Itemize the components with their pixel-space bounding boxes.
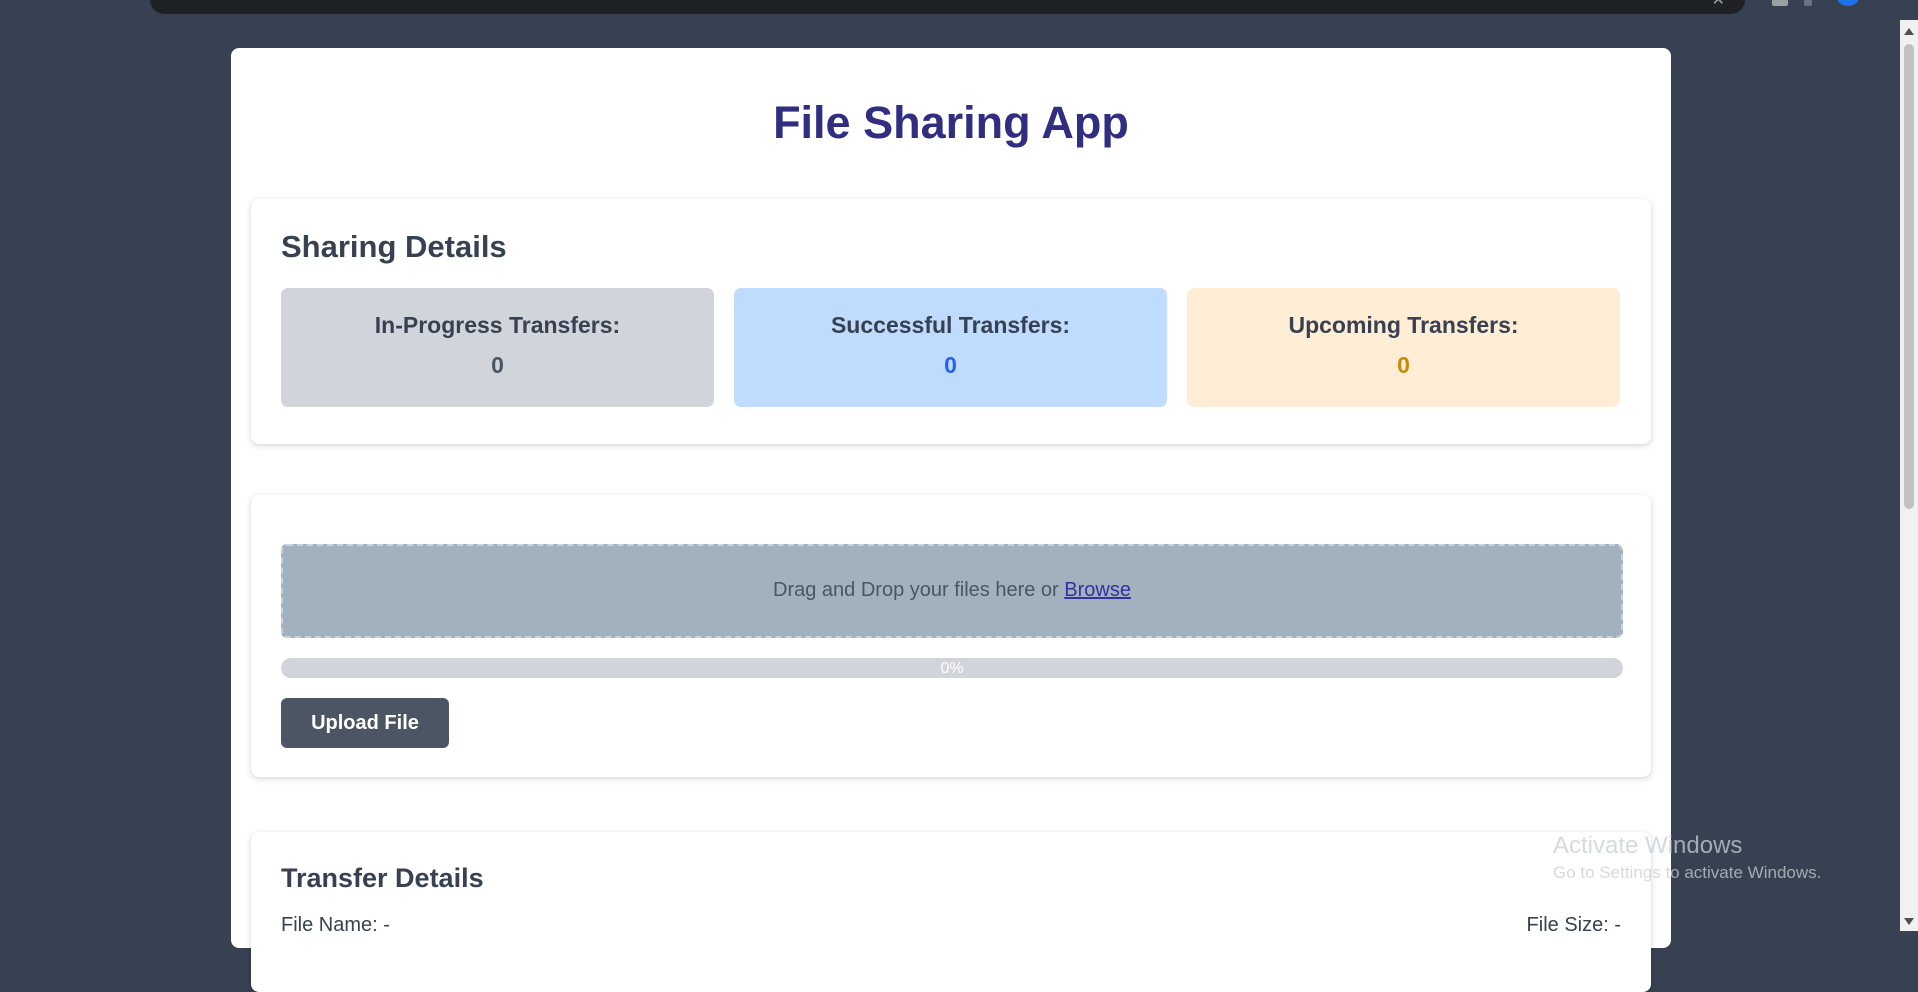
- extension-pin-icon[interactable]: [1804, 0, 1812, 6]
- transfer-details-heading: Transfer Details: [281, 863, 484, 893]
- windows-activation-watermark: Activate Windows Go to Settings to activ…: [1553, 831, 1821, 885]
- file-size-label: File Size: -: [1526, 914, 1621, 936]
- address-bar[interactable]: ✕: [150, 0, 1745, 14]
- successful-transfers-label: Successful Transfers:: [830, 312, 1071, 338]
- in-progress-transfers-count: 0: [491, 352, 504, 378]
- sharing-details-heading: Sharing Details: [281, 229, 507, 264]
- sharing-details-section: Sharing Details In-Progress Transfers: 0…: [251, 199, 1651, 444]
- successful-transfers-card: Successful Transfers: 0: [734, 288, 1167, 407]
- upload-progress-text: 0%: [940, 660, 964, 677]
- page-scrollbar[interactable]: [1900, 20, 1918, 931]
- scroll-down-icon[interactable]: [1904, 918, 1914, 925]
- profile-avatar[interactable]: [1837, 0, 1859, 6]
- app-title: File Sharing App: [773, 97, 1129, 148]
- clear-icon[interactable]: ✕: [1712, 0, 1725, 10]
- dropzone-text: Drag and Drop your files here or: [773, 579, 1059, 601]
- upcoming-transfers-count: 0: [1397, 352, 1410, 378]
- app-header: File Sharing App: [231, 96, 1671, 150]
- file-dropzone[interactable]: Drag and Drop your files here or Browse: [281, 544, 1623, 638]
- file-name-label: File Name: -: [281, 914, 390, 936]
- browse-link[interactable]: Browse: [1064, 579, 1131, 601]
- successful-transfers-count: 0: [944, 352, 957, 378]
- watermark-title: Activate Windows: [1553, 832, 1743, 859]
- upload-file-button[interactable]: Upload File: [281, 698, 449, 748]
- upcoming-transfers-card: Upcoming Transfers: 0: [1187, 288, 1620, 407]
- dropzone-prompt: Drag and Drop your files here or Browse: [283, 579, 1621, 602]
- extension-icon[interactable]: [1772, 0, 1788, 6]
- browser-toolbar: ✕: [0, 0, 1918, 20]
- in-progress-transfers-label: In-Progress Transfers:: [374, 312, 621, 338]
- upload-progress-bar: 0%: [281, 658, 1623, 678]
- in-progress-transfers-card: In-Progress Transfers: 0: [281, 288, 714, 407]
- scroll-thumb[interactable]: [1904, 44, 1914, 509]
- scroll-up-icon[interactable]: [1904, 28, 1914, 35]
- upcoming-transfers-label: Upcoming Transfers:: [1288, 312, 1519, 338]
- upload-section: Drag and Drop your files here or Browse …: [251, 495, 1651, 777]
- transfer-details-section: Transfer Details File Name: - File Size:…: [251, 832, 1651, 992]
- watermark-subtitle: Go to Settings to activate Windows.: [1553, 863, 1822, 882]
